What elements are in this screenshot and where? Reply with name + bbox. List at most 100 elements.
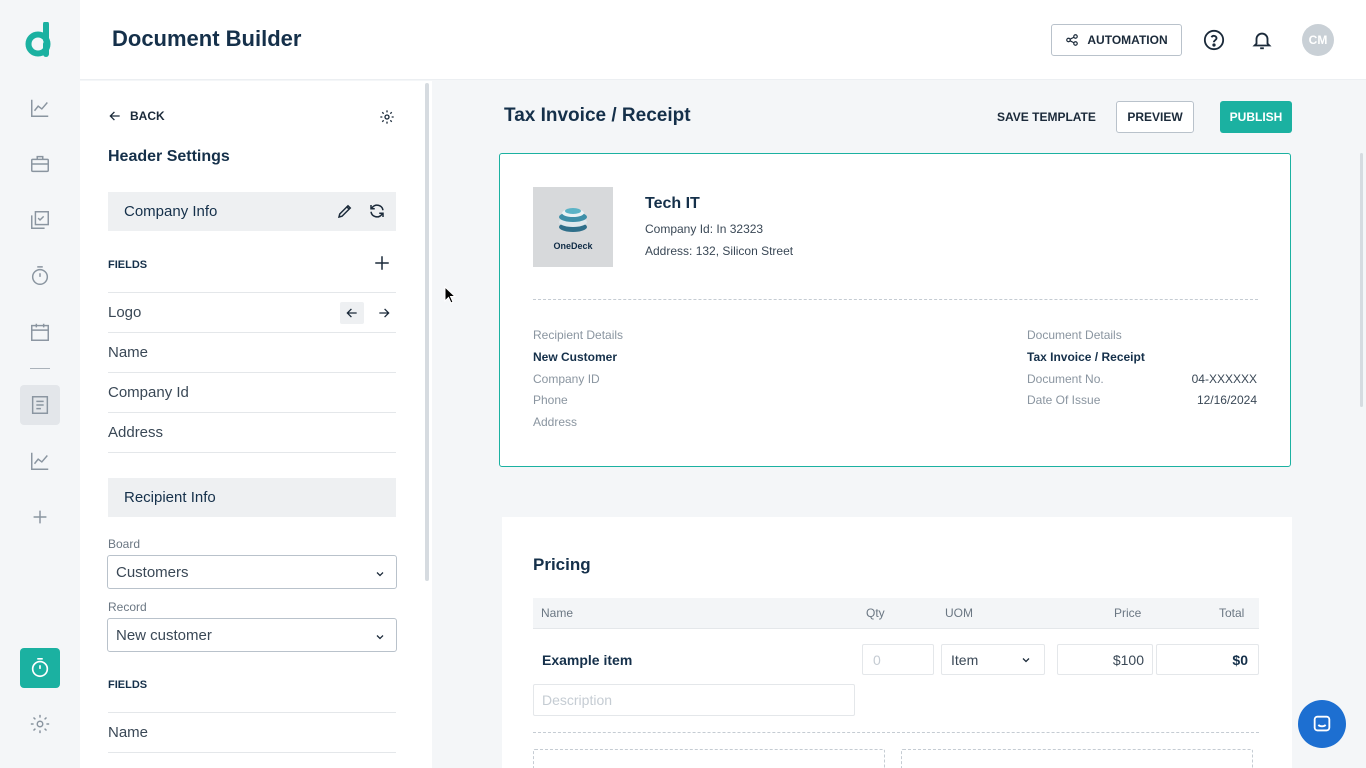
recipient-company-id: Company ID [533,372,600,386]
header-settings-title: Header Settings [108,148,230,165]
chevron-down-icon [1020,654,1032,666]
document-no-value: 04-XXXXXX [1191,372,1257,386]
onedeck-logo-icon [559,208,587,232]
field-label: Company Id [108,384,189,401]
field-row-logo[interactable]: Logo [108,292,396,332]
recipient-address: Address [533,415,578,429]
edit-pencil-icon[interactable] [336,202,354,220]
record-value: New customer [116,626,212,644]
share-nodes-icon [1065,33,1079,47]
pricing-section: Pricing Name Qty UOM Price Total Example… [502,517,1292,768]
document-title: Tax Invoice / Receipt [504,105,691,126]
settings-icon[interactable] [20,704,60,744]
field-divider [108,452,396,453]
document-type: Tax Invoice / Receipt [1027,350,1145,364]
field-row-name[interactable]: Name [108,332,396,372]
page-title: Document Builder [112,26,302,51]
pricing-title: Pricing [533,555,591,574]
date-of-issue-label: Date Of Issue [1027,393,1101,407]
back-label: BACK [130,109,165,123]
pricing-subsection-right[interactable] [901,749,1253,768]
fields-heading: FIELDS [108,259,148,271]
board-select[interactable]: Customers [107,555,397,589]
document-no-label: Document No. [1027,372,1104,386]
timer-icon[interactable] [20,256,60,296]
field-row-company-id[interactable]: Company Id [108,372,396,412]
field-label: Logo [108,304,142,321]
column-header: Price [1114,606,1142,620]
logo-text: OneDeck [553,241,593,251]
company-name: Tech IT [645,195,700,212]
align-right-arrow-icon[interactable] [372,302,396,324]
uom-select[interactable]: Item [941,644,1045,675]
header-settings-panel: BACK Header Settings Company Info FIELDS… [80,81,432,768]
company-logo-image: OneDeck [533,187,613,267]
recipient-phone: Phone [533,393,568,407]
app-logo-icon[interactable] [24,21,56,58]
briefcase-icon[interactable] [20,144,60,184]
analytics-icon[interactable] [20,88,60,128]
recipient-field-row-name[interactable]: Name [108,712,396,752]
chevron-down-icon [374,630,386,642]
document-details-heading: Document Details [1027,328,1122,342]
rail-divider [30,368,50,369]
column-header: Name [541,606,574,620]
top-header: Document Builder AUTOMATION CM [80,0,1366,80]
chat-icon [1311,713,1333,735]
left-nav-rail [0,0,80,768]
field-label: Name [108,724,149,741]
recipient-info-section[interactable]: Recipient Info [108,478,396,517]
price-input[interactable]: $100 [1057,644,1153,675]
column-header: Total [1219,606,1245,620]
pricing-subsection-left[interactable] [533,749,885,768]
panel-settings-gear-icon[interactable] [379,109,397,127]
publish-button[interactable]: PUBLISH [1220,101,1292,133]
checklist-icon[interactable] [20,200,60,240]
add-field-plus-icon[interactable] [373,254,393,274]
pricing-divider [533,732,1259,733]
header-divider [533,299,1258,300]
column-header: Qty [866,606,885,620]
total-value: $0 [1156,644,1259,675]
align-left-arrow-icon[interactable] [340,301,364,324]
notification-bell-icon[interactable] [1250,28,1274,52]
refresh-icon[interactable] [368,202,386,220]
recipient-field-row[interactable] [108,752,396,768]
field-row-address[interactable]: Address [108,412,396,452]
pricing-table-header: Name Qty UOM Price Total [533,598,1259,629]
save-template-button[interactable]: SAVE TEMPLATE [997,110,1096,124]
recipient-details-heading: Recipient Details [533,328,624,342]
stopwatch-icon[interactable] [20,648,60,688]
recipient-fields-heading: FIELDS [108,679,148,691]
recipient-info-label: Recipient Info [124,489,216,506]
document-header-card[interactable]: OneDeck Tech IT Company Id: In 32323 Add… [499,153,1291,467]
panel-scrollbar[interactable] [425,83,429,581]
chat-support-button[interactable] [1298,700,1346,748]
uom-value: Item [951,651,979,668]
column-header: UOM [945,606,973,620]
qty-input[interactable]: 0 [862,644,934,675]
automation-button[interactable]: AUTOMATION [1051,24,1182,56]
preview-button[interactable]: PREVIEW [1116,101,1194,133]
item-name-input[interactable]: Example item [533,644,855,675]
record-label: Record [108,600,147,614]
field-label: Address [108,424,164,441]
chevron-down-icon [374,567,386,579]
date-of-issue-value: 12/16/2024 [1196,393,1257,407]
company-address-line: Address: 132, Silicon Street [645,244,794,258]
description-input[interactable]: Description [533,684,855,716]
canvas-scrollbar[interactable] [1360,153,1363,407]
back-button[interactable]: BACK [108,109,165,123]
calendar-icon[interactable] [20,312,60,352]
user-avatar[interactable]: CM [1302,24,1334,56]
mouse-cursor-icon [444,285,457,304]
field-label: Name [108,344,149,361]
record-select[interactable]: New customer [107,618,397,652]
recipient-name: New Customer [533,350,618,364]
help-icon[interactable] [1202,28,1226,52]
board-label: Board [108,537,141,551]
document-icon[interactable] [20,385,60,425]
add-icon[interactable] [20,497,60,537]
chart-icon[interactable] [20,441,60,481]
company-info-section[interactable]: Company Info [108,192,396,231]
